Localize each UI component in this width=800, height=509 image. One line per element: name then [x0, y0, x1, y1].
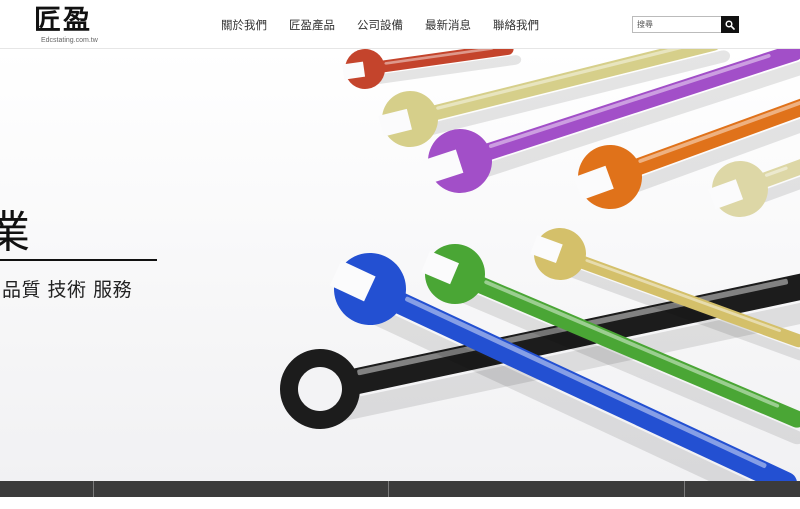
hero-divider	[0, 259, 157, 261]
page-bottom-strip	[0, 497, 800, 509]
slider-tab[interactable]	[0, 481, 94, 497]
search-button[interactable]	[721, 16, 739, 33]
search-input[interactable]	[632, 16, 721, 33]
search-box	[632, 16, 739, 33]
logo-subtitle: Edcstating.com.tw	[41, 37, 98, 44]
nav-item-products[interactable]: 匠盈產品	[278, 16, 346, 34]
search-icon	[725, 19, 735, 30]
slider-tab[interactable]	[389, 481, 685, 497]
slider-tab[interactable]	[94, 481, 389, 497]
logo[interactable]: 匠盈 Edcstating.com.tw	[34, 6, 106, 46]
nav-item-contact[interactable]: 聯絡我們	[482, 16, 550, 34]
nav-item-about[interactable]: 關於我們	[210, 16, 278, 34]
nav-item-equipment[interactable]: 公司設備	[346, 16, 414, 34]
hero-subtitle: 品質 技術 服務	[2, 279, 133, 301]
logo-mark: 匠盈	[34, 5, 92, 36]
slider-tab[interactable]	[685, 481, 800, 497]
wrench-set-image	[0, 49, 800, 481]
hero-title: 業	[0, 207, 30, 258]
hero-banner: 業 品質 技術 服務	[0, 49, 800, 481]
nav-item-news[interactable]: 最新消息	[414, 16, 482, 34]
site-header: 匠盈 Edcstating.com.tw 關於我們 匠盈產品 公司設備 最新消息…	[0, 0, 800, 49]
slider-nav-bar	[0, 481, 800, 497]
main-nav: 關於我們 匠盈產品 公司設備 最新消息 聯絡我們	[210, 16, 550, 34]
